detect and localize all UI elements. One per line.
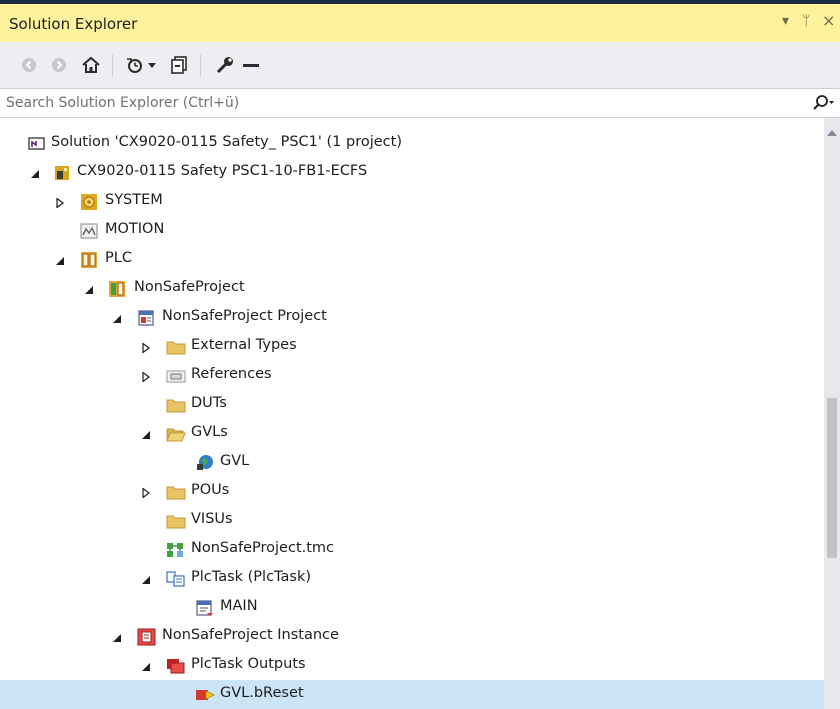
folder-open-icon — [166, 425, 186, 443]
search-input[interactable] — [6, 92, 786, 114]
scrollbar-thumb[interactable] — [827, 398, 837, 558]
tree-item-label: MAIN — [220, 598, 258, 614]
collapsed-arrow-icon[interactable] — [141, 486, 151, 499]
tree-item-label: NonSafeProject Instance — [162, 627, 339, 643]
tree-item-label: DUTs — [191, 395, 227, 411]
expanded-arrow-icon[interactable] — [55, 254, 65, 265]
pin-icon[interactable]: ᛘ — [802, 13, 810, 29]
tree-item-label: SYSTEM — [105, 192, 163, 208]
forward-icon[interactable] — [48, 54, 70, 76]
tree-item-label: VISUs — [191, 511, 233, 527]
tree-item-label: POUs — [191, 482, 230, 498]
collapsed-arrow-icon[interactable] — [55, 196, 65, 209]
folder-icon — [166, 396, 186, 414]
references-icon — [166, 367, 186, 385]
collapse-all-icon[interactable] — [168, 54, 190, 76]
tree-item-references[interactable]: References — [0, 361, 824, 390]
tree-item-label: PLC — [105, 250, 132, 266]
tree-item-duts[interactable]: DUTs — [0, 390, 824, 419]
task-icon — [166, 570, 185, 588]
toolbar — [0, 42, 840, 88]
tree-item-gvls[interactable]: GVLs — [0, 419, 824, 448]
properties-icon[interactable] — [214, 54, 236, 76]
tree-item-label: External Types — [191, 337, 297, 353]
scroll-up-arrow-icon[interactable] — [827, 130, 837, 136]
toolbar-separator — [200, 54, 201, 76]
tree-item-label: PlcTask Outputs — [191, 656, 306, 672]
tree-item-motion[interactable]: MOTION — [0, 216, 824, 245]
motion-icon — [80, 222, 98, 240]
dropdown-icon[interactable] — [146, 54, 158, 76]
solution-explorer-titlebar: Solution Explorer ▾ ᛘ × — [0, 0, 840, 42]
tree-item-system[interactable]: SYSTEM — [0, 187, 824, 216]
tree-item-label: GVL.bReset — [220, 685, 304, 701]
panel-title: Solution Explorer — [9, 15, 138, 33]
tree-item-label: CX9020-0115 Safety PSC1-10-FB1-ECFS — [77, 163, 368, 179]
tree-item-plctask-outputs[interactable]: PlcTask Outputs — [0, 651, 824, 680]
tree-item-visus[interactable]: VISUs — [0, 506, 824, 535]
tree-item-plctask[interactable]: PlcTask (PlcTask) — [0, 564, 824, 593]
solution-icon — [28, 135, 46, 153]
expanded-arrow-icon[interactable] — [30, 167, 40, 178]
tmc-file-icon — [166, 541, 184, 559]
vertical-scrollbar[interactable] — [824, 118, 840, 709]
home-icon[interactable] — [80, 54, 102, 76]
sync-icon[interactable] — [124, 54, 146, 76]
pou-program-icon — [195, 599, 213, 617]
collapsed-arrow-icon[interactable] — [141, 341, 151, 354]
window-dropdown-icon[interactable]: ▾ — [782, 13, 789, 29]
solution-tree: Solution 'CX9020-0115 Safety_ PSC1' (1 p… — [0, 118, 824, 709]
tree-item-instance[interactable]: NonSafeProject Instance — [0, 622, 824, 651]
tree-item-solution[interactable]: Solution 'CX9020-0115 Safety_ PSC1' (1 p… — [0, 129, 824, 158]
project-file-icon — [137, 309, 155, 327]
search-box — [0, 88, 840, 118]
tree-item-label: NonSafeProject — [134, 279, 245, 295]
tree-item-label: Solution 'CX9020-0115 Safety_ PSC1' (1 p… — [51, 134, 402, 150]
close-icon[interactable]: × — [822, 11, 835, 30]
tree-item-gvl[interactable]: GVL — [0, 448, 824, 477]
collapsed-arrow-icon[interactable] — [141, 370, 151, 383]
tree-item-label: GVL — [220, 453, 250, 469]
folder-icon — [166, 512, 186, 530]
system-icon — [80, 193, 98, 211]
folder-icon — [166, 338, 186, 356]
tree-item-label: PlcTask (PlcTask) — [191, 569, 312, 585]
search-icon[interactable] — [812, 94, 834, 116]
instance-icon — [137, 628, 156, 646]
output-variable-icon — [195, 686, 215, 704]
tree-item-label: NonSafeProject Project — [162, 308, 327, 324]
tree-item-nonsafeproject[interactable]: NonSafeProject — [0, 274, 824, 303]
gvl-globe-icon — [195, 454, 213, 472]
tree-item-gvl-breset[interactable]: GVL.bReset — [0, 680, 824, 709]
folder-icon — [166, 483, 186, 501]
outputs-icon — [166, 657, 185, 675]
expanded-arrow-icon[interactable] — [112, 312, 122, 323]
tree-item-twincat-project[interactable]: CX9020-0115 Safety PSC1-10-FB1-ECFS — [0, 158, 824, 187]
tree-item-label: References — [191, 366, 272, 382]
expanded-arrow-icon[interactable] — [84, 283, 94, 294]
expanded-arrow-icon[interactable] — [141, 660, 151, 671]
toolbar-separator — [112, 54, 113, 76]
tree-item-label: GVLs — [191, 424, 228, 440]
tree-item-tmc[interactable]: NonSafeProject.tmc — [0, 535, 824, 564]
plc-project-icon — [108, 280, 126, 298]
twincat-project-icon — [53, 164, 71, 182]
tree-item-label: MOTION — [105, 221, 165, 237]
expanded-arrow-icon[interactable] — [141, 573, 151, 584]
tree-item-main[interactable]: MAIN — [0, 593, 824, 622]
tree-item-plc[interactable]: PLC — [0, 245, 824, 274]
tree-item-label: NonSafeProject.tmc — [191, 540, 335, 556]
tree-item-nonsafeproject-project[interactable]: NonSafeProject Project — [0, 303, 824, 332]
expanded-arrow-icon[interactable] — [112, 631, 122, 642]
tree-item-pous[interactable]: POUs — [0, 477, 824, 506]
show-all-icon[interactable] — [240, 54, 262, 76]
expanded-arrow-icon[interactable] — [141, 428, 151, 439]
back-icon[interactable] — [18, 54, 40, 76]
tree-item-external-types[interactable]: External Types — [0, 332, 824, 361]
plc-icon — [80, 251, 98, 269]
